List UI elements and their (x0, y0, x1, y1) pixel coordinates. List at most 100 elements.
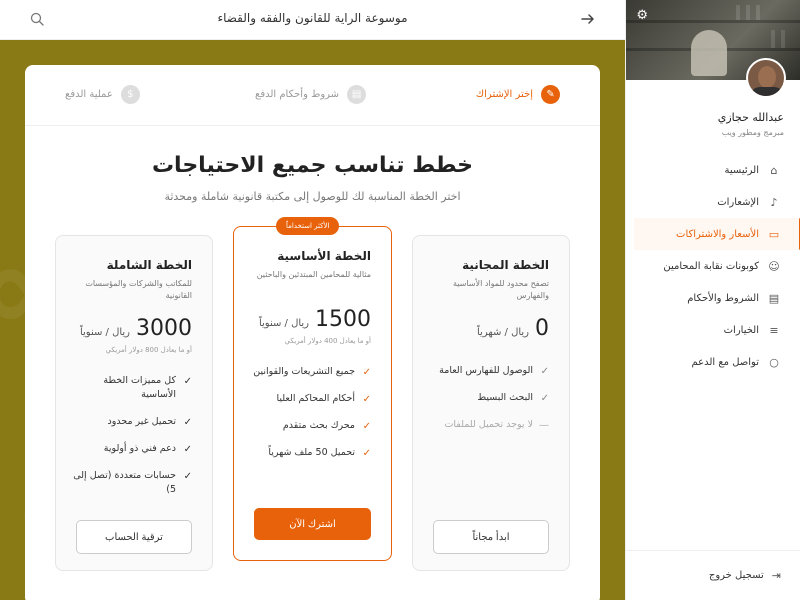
step-label: شروط وأحكام الدفع (255, 89, 340, 100)
feature-item: ✓ تحميل غير محدود (72, 415, 192, 430)
price-note: أو ما يعادل 800 دولار أمريكي (105, 346, 192, 354)
user-name: عبدالله حجازي (717, 111, 784, 124)
price-amount: 1500 (315, 307, 371, 332)
logout-label: تسجيل خروج (708, 570, 764, 581)
check-icon: ✓ (183, 443, 192, 455)
step-choose-plan[interactable]: ✎ إختر الإشتراك (476, 85, 560, 104)
sidebar-item-home[interactable]: ⌂ الرئيسية (626, 154, 800, 186)
dash-icon: — (539, 420, 549, 431)
sidebar-item-pricing[interactable]: ▭ الأسعار والاشتراكات (634, 218, 800, 250)
price-note: أو ما يعادل 400 دولار أمريكي (284, 337, 371, 345)
cover-book (756, 5, 760, 20)
plan-description: مثالية للمحامين المبتدئين والباحثين (256, 270, 371, 279)
start-free-button[interactable]: ابدأ مجاناً (433, 520, 549, 554)
chat-icon: ○ (769, 355, 779, 369)
plan-card-full: الخطة الشاملة للمكاتب والشركات والمؤسسات… (55, 235, 213, 571)
plan-card-basic: الأكثر استخداماً الخطة الأساسية مثالية ل… (233, 217, 392, 561)
most-popular-badge: الأكثر استخداماً (276, 217, 340, 235)
home-icon: ⌂ (770, 163, 778, 177)
plan-title: الخطة الأساسية (277, 249, 371, 263)
check-icon: ✓ (362, 367, 371, 378)
check-icon: ✓ (540, 393, 549, 404)
feature-text: دعم فني ذو أولوية (103, 442, 176, 454)
sidebar-item-support[interactable]: ○ تواصل مع الدعم (626, 346, 800, 378)
feature-item: ✓ الوصول للفهارس العامة (429, 364, 549, 379)
check-icon: ✓ (362, 394, 371, 405)
feature-text: الوصول للفهارس العامة (439, 365, 533, 376)
check-icon: ✓ (540, 366, 549, 377)
price-unit: ريال / شهرياً (477, 327, 529, 338)
users-icon: ☺ (768, 259, 780, 273)
subscription-card: ✎ إختر الإشتراك ▤ شروط وأحكام الدفع $ عم… (25, 65, 600, 600)
app-title: موسوعة الراية للقانون والفقه والقضاء (217, 11, 408, 25)
plan-price: 1500 ريال / سنوياً (259, 307, 371, 332)
page-title: خطط تناسب جميع الاحتياجات (151, 153, 474, 178)
feature-text: لا يوجد تحميل للملفات (444, 419, 533, 430)
credit-card-icon: ▭ (768, 227, 780, 241)
feature-item: ✓ حسابات متعددة (تصل إلى 5) (72, 469, 192, 498)
gear-icon[interactable]: ⚙ (634, 9, 648, 23)
check-icon: ✓ (362, 448, 371, 459)
price-unit: ريال / سنوياً (258, 318, 309, 329)
sidebar-item-label: الشروط والأحكام (687, 292, 759, 304)
plan-description: للمكاتب والشركات والمؤسسات القانونية (85, 279, 192, 300)
feature-item: ✓ تحميل 50 ملف شهرياً (251, 446, 371, 461)
check-icon: ✓ (183, 470, 192, 482)
feature-text: تحميل غير محدود (107, 415, 176, 427)
check-icon: ✓ (183, 376, 192, 387)
price-amount: 0 (535, 316, 549, 341)
dollar-icon: $ (120, 85, 140, 104)
plan-price: 0 ريال / شهرياً (477, 316, 549, 341)
plan-card-free: الخطة المجانية تصفح محدود للمواد الأساسي… (412, 235, 570, 571)
upgrade-account-button[interactable]: ترقية الحساب (76, 520, 192, 554)
sidebar: ⚙ عبدالله حجازي مبرمج ومطور ويب ⌂ الرئيسي… (625, 0, 800, 600)
feature-text: حسابات متعددة (تصل إلى 5) (73, 469, 176, 495)
feature-item: ✓ جميع التشريعات والقوانين (251, 365, 371, 380)
sidebar-item-label: الخيارات (723, 324, 759, 336)
step-payment[interactable]: $ عملية الدفع (65, 85, 140, 104)
sidebar-item-label: الرئيسية (724, 164, 759, 176)
sidebar-nav: ⌂ الرئيسية ♪ الإشعارات ▭ الأسعار والاشتراكا… (626, 154, 800, 378)
document-icon: ▤ (768, 291, 780, 305)
feature-item-disabled: — لا يوجد تحميل للملفات (429, 418, 549, 433)
plan-title: الخطة الشاملة (106, 258, 192, 272)
top-bar: موسوعة الراية للقانون والفقه والقضاء (0, 0, 625, 40)
user-role: مبرمج ومطور ويب (721, 128, 784, 137)
feature-item: ✓ محرك بحث متقدم (251, 419, 371, 434)
bell-icon: ♪ (770, 195, 778, 209)
feature-list: ✓ كل مميزات الخطة الأساسية ✓ تحميل غير محد… (72, 374, 192, 509)
cover-book (781, 30, 785, 48)
sidebar-item-terms[interactable]: ▤ الشروط والأحكام (626, 282, 800, 314)
pencil-icon: ✎ (541, 85, 560, 104)
subscribe-now-button[interactable]: اشترك الآن (254, 508, 371, 540)
sliders-icon: ≡ (769, 323, 779, 337)
sidebar-item-label: تواصل مع الدعم (691, 356, 759, 368)
feature-list: ✓ جميع التشريعات والقوانين ✓ أحكام المحاكم… (251, 365, 371, 473)
document-icon: ▤ (347, 85, 367, 104)
plan-price: 3000 ريال / سنوياً (80, 316, 192, 341)
plan-title: الخطة المجانية (462, 258, 549, 272)
feature-text: تحميل 50 ملف شهرياً (268, 447, 355, 458)
sidebar-item-label: الإشعارات (717, 196, 759, 208)
price-amount: 3000 (136, 316, 192, 341)
cover-shelf (626, 20, 800, 23)
avatar-face (758, 66, 776, 88)
page-subtitle: اختر الخطة المناسبة لك للوصول إلى مكتبة … (164, 190, 461, 203)
feature-item: ✓ البحث البسيط (429, 391, 549, 406)
feature-item: ✓ دعم فني ذو أولوية (72, 442, 192, 457)
avatar[interactable] (746, 58, 786, 98)
step-label: إختر الإشتراك (475, 89, 533, 100)
feature-text: محرك بحث متقدم (282, 420, 355, 431)
logout-button[interactable]: ⇥ تسجيل خروج (626, 550, 800, 600)
search-icon[interactable] (30, 12, 44, 26)
cover-book (771, 30, 775, 48)
cover-bust (691, 30, 727, 76)
sidebar-item-options[interactable]: ≡ الخيارات (626, 314, 800, 346)
feature-item: ✓ كل مميزات الخطة الأساسية (72, 374, 192, 403)
step-payment-terms[interactable]: ▤ شروط وأحكام الدفع (255, 85, 367, 104)
feature-text: أحكام المحاكم العليا (276, 393, 356, 404)
price-unit: ريال / سنوياً (79, 327, 130, 338)
sidebar-item-notifications[interactable]: ♪ الإشعارات (626, 186, 800, 218)
sidebar-item-coupons[interactable]: ☺ كوبونات نقابة المحامين (626, 250, 800, 282)
avatar-shirt (750, 87, 784, 96)
